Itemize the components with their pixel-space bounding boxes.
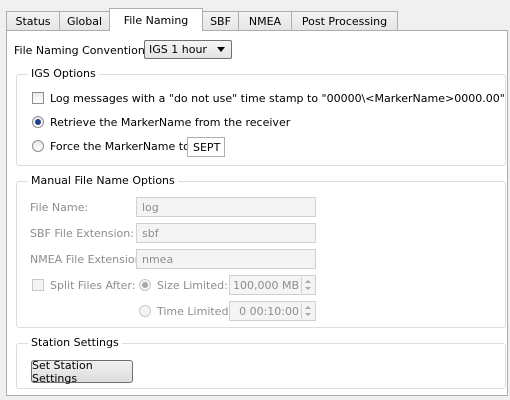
split-files-label: Split Files After:	[50, 279, 136, 292]
force-markername-input[interactable]: SEPT	[187, 137, 225, 157]
spin-up-icon[interactable]	[305, 306, 311, 309]
size-limited-value: 100,000 MB	[232, 279, 299, 292]
tab-file-naming[interactable]: File Naming	[109, 8, 203, 31]
file-name-value: log	[142, 200, 159, 214]
spin-down-icon[interactable]	[305, 313, 311, 316]
size-limited-spinbox[interactable]: 100,000 MB	[229, 275, 316, 295]
spin-buttons	[301, 303, 314, 319]
time-limited-value: 0 00:10:00	[239, 305, 299, 318]
nmea-extension-label: NMEA File Extension:	[30, 253, 146, 266]
igs-options-title: IGS Options	[28, 67, 99, 80]
retrieve-markername-label: Retrieve the MarkerName from the receive…	[50, 116, 291, 129]
naming-convention-label: File Naming Convention:	[14, 44, 149, 57]
sbf-extension-value: sbf	[142, 226, 159, 240]
tab-sbf[interactable]: SBF	[202, 11, 239, 30]
naming-convention-select[interactable]: IGS 1 hour	[144, 40, 232, 59]
nmea-extension-input[interactable]: nmea	[136, 249, 316, 269]
time-limited-spinbox[interactable]: 0 00:10:00	[229, 301, 316, 321]
tab-bar: Status Global File Naming SBF NMEA Post …	[6, 8, 506, 31]
chevron-down-icon	[217, 47, 225, 52]
force-markername-radio[interactable]	[32, 140, 44, 152]
tab-status[interactable]: Status	[6, 11, 60, 30]
log-do-not-use-checkbox[interactable]	[32, 92, 44, 104]
tab-nmea[interactable]: NMEA	[238, 11, 292, 30]
tab-global[interactable]: Global	[59, 11, 110, 30]
force-markername-value: SEPT	[193, 140, 221, 154]
tab-post-processing[interactable]: Post Processing	[291, 11, 398, 30]
nmea-extension-value: nmea	[142, 252, 174, 266]
spin-down-icon[interactable]	[305, 287, 311, 290]
station-settings-title: Station Settings	[28, 336, 122, 349]
spin-up-icon[interactable]	[305, 280, 311, 283]
time-limited-label: Time Limited:	[157, 305, 233, 318]
size-limited-label: Size Limited:	[157, 279, 228, 292]
manual-file-name-title: Manual File Name Options	[28, 174, 178, 187]
time-limited-radio[interactable]	[139, 305, 151, 317]
force-markername-label: Force the MarkerName to:	[50, 140, 194, 153]
sbf-extension-input[interactable]: sbf	[136, 223, 316, 243]
file-name-label: File Name:	[30, 201, 89, 214]
size-limited-radio[interactable]	[139, 279, 151, 291]
file-name-input[interactable]: log	[136, 197, 316, 217]
split-files-checkbox[interactable]	[32, 279, 44, 291]
retrieve-markername-radio[interactable]	[32, 116, 44, 128]
set-station-settings-button[interactable]: Set Station Settings	[31, 359, 133, 385]
naming-convention-value: IGS 1 hour	[149, 43, 207, 56]
sbf-extension-label: SBF File Extension:	[30, 227, 134, 240]
spin-buttons	[301, 277, 314, 293]
log-do-not-use-label: Log messages with a "do not use" time st…	[50, 92, 505, 105]
